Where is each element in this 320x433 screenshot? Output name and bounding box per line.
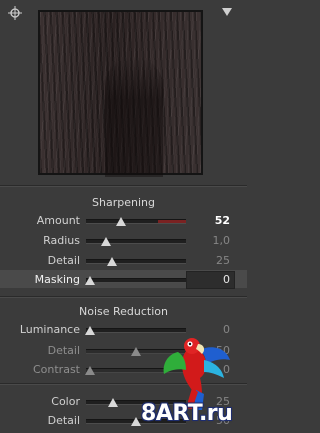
- section-divider: [0, 185, 247, 187]
- contrast-slider-thumb[interactable]: [85, 366, 95, 375]
- detail-slider-thumb[interactable]: [107, 257, 117, 266]
- target-crosshair-icon[interactable]: [8, 6, 22, 20]
- detail-value[interactable]: 25: [190, 254, 230, 267]
- detail-label: Detail: [47, 254, 80, 267]
- luminance-detail-slider-thumb[interactable]: [131, 347, 141, 356]
- parrot-logo-icon: [163, 338, 230, 410]
- amount-value[interactable]: 52: [190, 214, 230, 227]
- amount-label: Amount: [36, 214, 80, 227]
- color-label: Color: [51, 395, 80, 408]
- detail-slider-track[interactable]: [86, 259, 186, 264]
- luminance-label: Luminance: [19, 323, 80, 336]
- collapse-triangle-icon[interactable]: [222, 8, 232, 16]
- radius-label: Radius: [43, 234, 80, 247]
- radius-value[interactable]: 1,0: [190, 234, 231, 247]
- luminance-detail-label: Detail: [47, 344, 80, 357]
- color-slider-thumb[interactable]: [108, 398, 118, 407]
- section-divider: [0, 296, 247, 298]
- luminance-slider-thumb[interactable]: [85, 326, 95, 335]
- amount-slider-thumb[interactable]: [116, 217, 126, 226]
- masking-slider-thumb[interactable]: [85, 276, 95, 285]
- masking-label: Masking: [34, 273, 80, 286]
- amount-slider-track[interactable]: [86, 219, 186, 224]
- sharpening-title: Sharpening: [92, 196, 155, 209]
- detail-preview-image[interactable]: [38, 10, 203, 177]
- masking-slider-track[interactable]: [86, 278, 186, 283]
- color-detail-label: Detail: [47, 414, 80, 427]
- masking-value[interactable]: 0: [190, 273, 230, 286]
- watermark-logo-text: 8ART.ru: [141, 401, 233, 426]
- radius-slider-thumb[interactable]: [101, 237, 111, 246]
- noise-reduction-title: Noise Reduction: [79, 305, 168, 318]
- contrast-label: Contrast: [32, 363, 80, 376]
- color-detail-slider-thumb[interactable]: [131, 417, 141, 426]
